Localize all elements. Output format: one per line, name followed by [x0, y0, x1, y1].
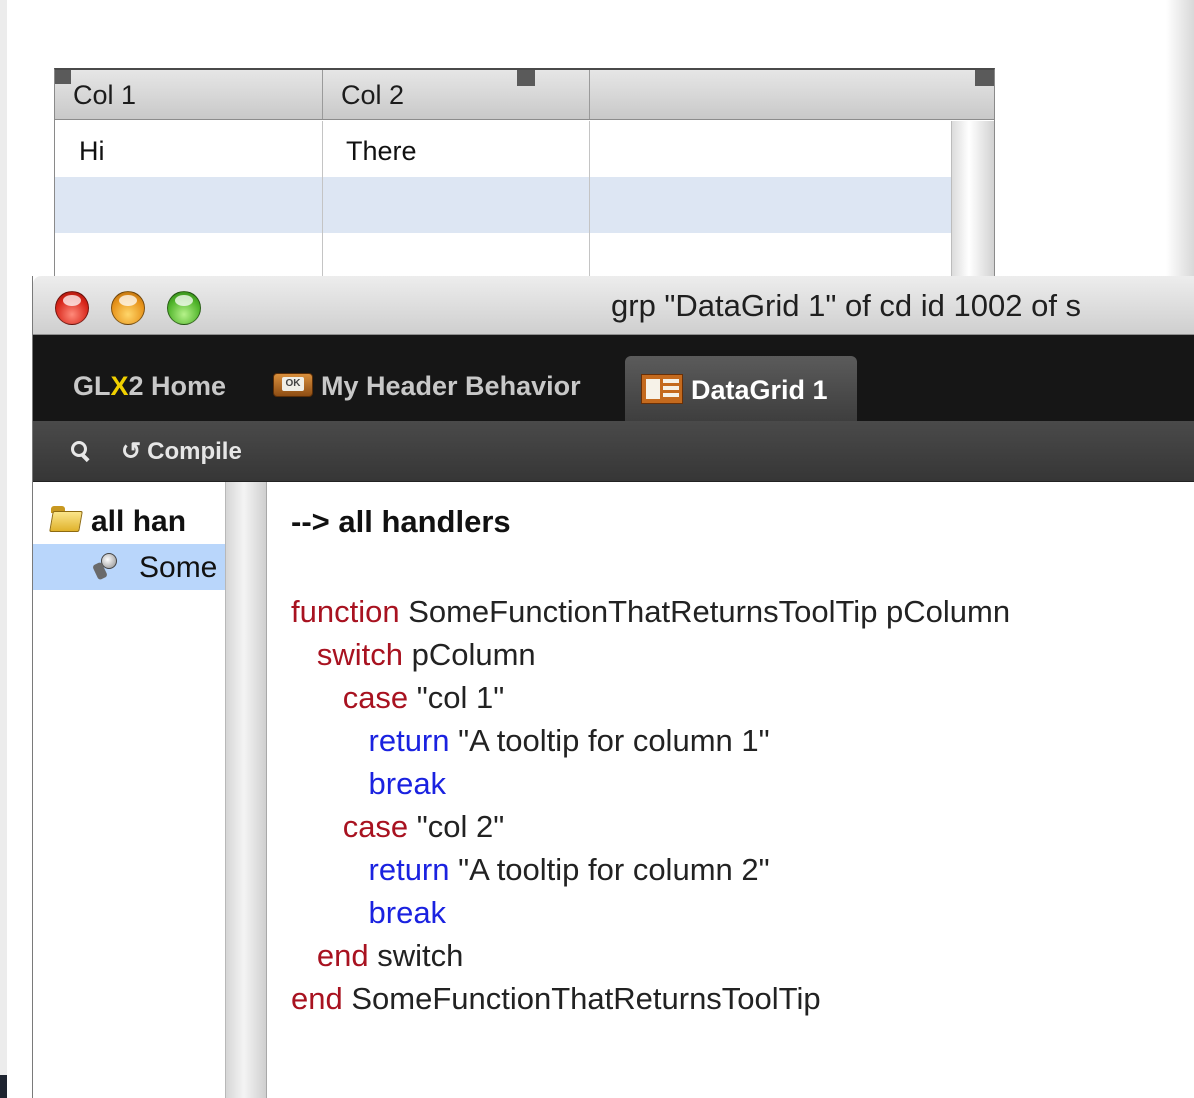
code-line: return "A tooltip for column 2" — [291, 848, 1010, 891]
function-icon — [92, 553, 119, 581]
handler-item-selected[interactable]: Some — [33, 544, 225, 590]
table-row[interactable] — [55, 177, 951, 233]
tab-home-suffix: 2 Home — [128, 371, 227, 401]
editor-heading: --> all handlers — [291, 504, 511, 539]
handler-item-label: Some — [139, 551, 218, 584]
code-keyword: case — [342, 680, 409, 715]
code-keyword: break — [368, 895, 447, 930]
code-line: break — [291, 891, 1010, 934]
window-title: grp "DataGrid 1" of cd id 1002 of s — [611, 288, 1082, 323]
search-icon[interactable] — [67, 437, 97, 467]
tab-my-header-behavior[interactable]: My Header Behavior — [273, 359, 581, 421]
code-token: SomeFunctionThatReturnsToolTip — [342, 981, 821, 1016]
code-token: "col 2" — [408, 809, 505, 844]
code-keyword: end — [316, 938, 369, 973]
header-resize-handle[interactable] — [517, 70, 535, 86]
code-token: "col 1" — [408, 680, 505, 715]
code-line: function SomeFunctionThatReturnsToolTip … — [291, 590, 1010, 633]
table-cell: There — [346, 136, 417, 166]
code-line: return "A tooltip for column 1" — [291, 719, 1010, 762]
code-keyword: end — [291, 981, 343, 1016]
code-line: case "col 1" — [291, 676, 1010, 719]
code-keyword: return — [368, 723, 450, 758]
handler-list: all han Some — [33, 482, 225, 1098]
table-row[interactable]: Hi There — [55, 121, 951, 177]
compile-label: Compile — [147, 438, 242, 465]
code-keyword: break — [368, 766, 447, 801]
tab-bar: GLX2 Home My Header Behavior DataGrid 1 — [33, 335, 1194, 421]
datagrid-header: Col 1 Col 2 — [55, 70, 994, 120]
tab-home-prefix: GL — [73, 371, 111, 401]
code-token: pColumn — [402, 637, 536, 672]
code-text[interactable]: function SomeFunctionThatReturnsToolTip … — [291, 590, 1010, 1020]
code-line: end SomeFunctionThatReturnsToolTip — [291, 977, 1010, 1020]
tab-label: DataGrid 1 — [691, 375, 828, 405]
tab-label: My Header Behavior — [321, 371, 581, 401]
column-divider — [589, 121, 590, 290]
header-resize-handle[interactable] — [975, 70, 994, 86]
column-divider — [322, 121, 323, 290]
folder-icon — [51, 506, 83, 532]
code-keyword: switch — [316, 637, 403, 672]
code-line: case "col 2" — [291, 805, 1010, 848]
tab-home-x: X — [110, 371, 129, 401]
background-right-shadow — [1166, 0, 1194, 280]
close-button[interactable] — [55, 291, 89, 325]
datagrid-scrollbar[interactable] — [951, 121, 994, 290]
column-header-3[interactable] — [590, 70, 994, 119]
tab-glx2-home[interactable]: GLX2 Home — [73, 359, 226, 421]
datagrid-object-icon — [641, 373, 683, 404]
compile-icon: ↺ — [121, 438, 142, 465]
background-left-strip-dark — [0, 1075, 7, 1098]
column-header-2[interactable]: Col 2 — [323, 70, 590, 119]
zoom-button[interactable] — [167, 291, 201, 325]
button-object-icon — [273, 372, 313, 397]
code-token: switch — [368, 938, 464, 973]
code-line: switch pColumn — [291, 633, 1010, 676]
toolbar: ↺ Compile — [33, 421, 1194, 482]
column-header-1[interactable]: Col 1 — [55, 70, 323, 119]
code-line: break — [291, 762, 1010, 805]
table-cell: Hi — [79, 136, 105, 166]
code-keyword: return — [368, 852, 450, 887]
code-editor[interactable]: --> all handlers function SomeFunctionTh… — [267, 482, 1194, 1098]
code-token: SomeFunctionThatReturnsToolTip pColumn — [399, 594, 1011, 629]
title-bar[interactable]: grp "DataGrid 1" of cd id 1002 of s — [33, 276, 1194, 335]
script-editor-window: grp "DataGrid 1" of cd id 1002 of s GLX2… — [32, 276, 1194, 1098]
minimize-button[interactable] — [111, 291, 145, 325]
background-left-strip — [0, 0, 7, 1098]
code-token: "A tooltip for column 2" — [449, 852, 770, 887]
header-resize-handle[interactable] — [55, 70, 71, 84]
handler-group-label: all han — [91, 505, 187, 538]
datagrid[interactable]: Col 1 Col 2 Hi There — [54, 68, 995, 291]
code-line: end switch — [291, 934, 1010, 977]
code-keyword: case — [342, 809, 409, 844]
code-token: "A tooltip for column 1" — [449, 723, 770, 758]
tab-datagrid-1[interactable]: DataGrid 1 — [625, 356, 857, 421]
compile-button[interactable]: ↺ Compile — [121, 421, 242, 481]
code-keyword: function — [291, 594, 400, 629]
pane-splitter[interactable] — [225, 482, 267, 1098]
handler-group-all[interactable]: all han — [51, 502, 186, 542]
